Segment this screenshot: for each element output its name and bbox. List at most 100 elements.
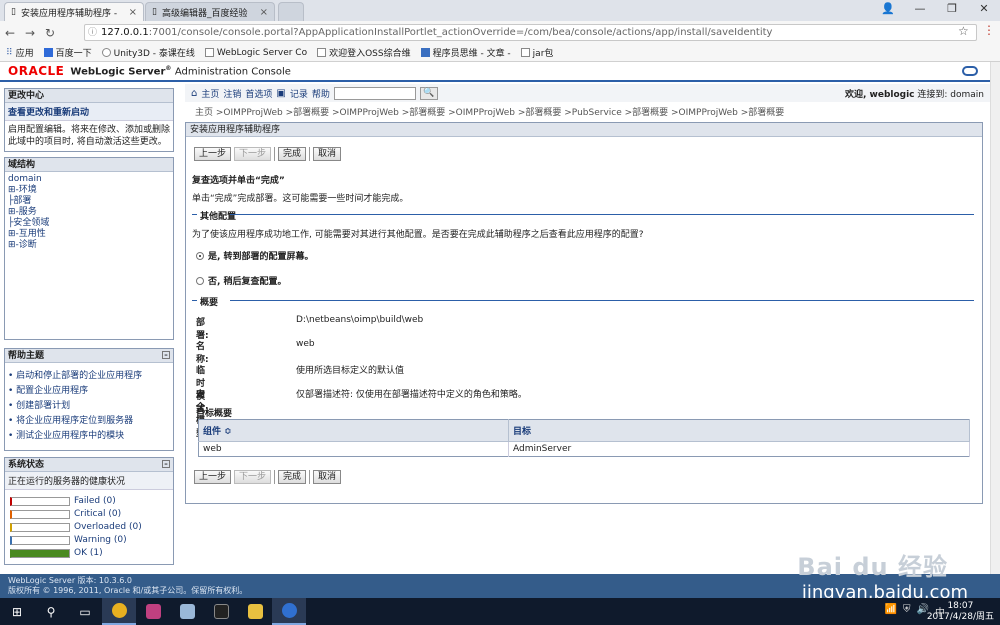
radio-yes[interactable]	[196, 251, 204, 260]
review-text: 单击“完成”完成部署。这可能需要一些时间才能完成。	[192, 194, 409, 204]
status-label[interactable]: OK (1)	[74, 547, 103, 560]
bookmark-label: 程序员思维 - 文章 -	[432, 49, 511, 59]
cancel-button[interactable]: 取消	[313, 147, 342, 161]
bookmark-baidu[interactable]: 百度一下	[43, 46, 92, 59]
chrome-icon[interactable]	[102, 598, 136, 625]
tab-strip: ▯ 安装应用程序辅助程序 - × ▯ 高级编辑器_百度经验 × 👤 — ❐ ✕	[0, 0, 1000, 21]
logout-icon[interactable]	[962, 66, 978, 76]
restore-icon[interactable]: ❐	[936, 0, 968, 21]
tree-item-diagnostics[interactable]: ⊞-诊断	[8, 240, 170, 251]
bookmark-unity[interactable]: Unity3D - 泰课在线	[101, 46, 195, 59]
option-yes[interactable]: 是, 转到部署的配置屏幕。	[196, 249, 314, 262]
search-icon[interactable]: 🔍	[419, 86, 438, 100]
clock[interactable]: 18:07 2017/4/28/周五	[927, 601, 994, 623]
tree-item-services[interactable]: ⊞-服务	[8, 207, 170, 218]
app-icon[interactable]	[136, 598, 170, 625]
help-link[interactable]: 配置企业应用程序	[5, 384, 173, 399]
search-icon[interactable]: ⚲	[34, 598, 68, 625]
product-name: WebLogic Server® Administration Console	[70, 64, 291, 78]
help-link[interactable]: 创建部署计划	[5, 399, 173, 414]
logout-link[interactable]: 注销	[223, 87, 241, 100]
radio-no[interactable]	[196, 276, 204, 285]
status-label[interactable]: Overloaded (0)	[74, 521, 142, 534]
bookmark-coder[interactable]: 程序员思维 - 文章 -	[420, 46, 511, 59]
divider	[274, 147, 276, 161]
help-link[interactable]: 启动和停止部署的企业应用程序	[5, 369, 173, 384]
sort-icon[interactable]: ≎	[224, 427, 232, 437]
bookmark-star-icon[interactable]: ☆	[958, 24, 969, 38]
record-icon[interactable]: ▣	[276, 88, 285, 99]
url-field[interactable]: ⓘ 127.0.0.1:7001/console/console.portal?…	[84, 24, 977, 41]
change-center-title: 更改中心	[5, 89, 173, 103]
back-button[interactable]: 上一步	[194, 470, 232, 484]
status-label[interactable]: Failed (0)	[74, 495, 116, 508]
help-link[interactable]: 测试企业应用程序中的模块	[5, 429, 173, 444]
search-input[interactable]	[333, 86, 416, 100]
tree-item-interoperability[interactable]: ⊞-互用性	[8, 229, 170, 240]
shield-icon[interactable]: ⛨	[903, 604, 911, 619]
back-button[interactable]: 上一步	[194, 147, 232, 161]
next-button[interactable]: 下一步	[234, 147, 272, 161]
terminal-icon[interactable]	[204, 598, 238, 625]
windows-start-icon[interactable]: ⊞	[0, 598, 34, 625]
next-button[interactable]: 下一步	[234, 470, 272, 484]
system-status-subtitle: 正在运行的服务器的健康状况	[5, 472, 173, 490]
oracle-logo: ORACLE	[8, 64, 65, 78]
bookmark-apps[interactable]: ⠿ 应用	[6, 46, 34, 60]
preferences-link[interactable]: 首选项	[245, 87, 272, 100]
status-rows: Failed (0) Critical (0) Overloaded (0) W…	[5, 490, 173, 560]
bookmark-label: 欢迎登入OSS综合维	[329, 49, 411, 59]
bookmark-weblogic[interactable]: WebLogic Server Co	[204, 48, 307, 58]
help-link[interactable]: 将企业应用程序定位到服务器	[5, 414, 173, 429]
reload-icon[interactable]: ↻	[40, 26, 60, 40]
tab-title: 安装应用程序辅助程序 -	[20, 8, 118, 19]
tree-item-security-realms[interactable]: ├安全领域	[8, 218, 170, 229]
view-changes-link[interactable]: 查看更改和重新启动	[5, 103, 173, 121]
minimize-panel-icon[interactable]: –	[162, 460, 170, 468]
forward-icon[interactable]: →	[20, 26, 40, 40]
status-label[interactable]: Critical (0)	[74, 508, 121, 521]
menu-icon[interactable]: ⋮	[983, 23, 995, 37]
close-window-icon[interactable]: ✕	[968, 0, 1000, 21]
app-icon[interactable]	[170, 598, 204, 625]
tab-install-assistant[interactable]: ▯ 安装应用程序辅助程序 - ×	[4, 2, 144, 21]
network-icon[interactable]: 📶	[885, 604, 897, 619]
product-title: WebLogic Server	[70, 66, 166, 78]
target-summary-label: 目标概要	[196, 409, 233, 419]
cancel-button[interactable]: 取消	[313, 470, 342, 484]
status-label[interactable]: Warning (0)	[74, 534, 127, 547]
tree-item-domain[interactable]: domain	[8, 174, 170, 185]
bookmark-jar[interactable]: jar包	[520, 46, 553, 59]
finish-button[interactable]: 完成	[278, 147, 307, 161]
task-view-icon[interactable]: ▭	[68, 598, 102, 625]
new-tab-button[interactable]	[278, 2, 304, 21]
home-icon[interactable]: ⌂	[191, 88, 197, 99]
back-icon[interactable]: ←	[0, 26, 20, 40]
home-link[interactable]: 主页	[201, 87, 219, 100]
minimize-panel-icon[interactable]: –	[162, 351, 170, 359]
option-no[interactable]: 否, 稍后复查配置。	[196, 274, 287, 287]
record-link[interactable]: 记录	[290, 87, 308, 100]
close-icon[interactable]: ×	[260, 7, 268, 18]
file-explorer-icon[interactable]	[238, 598, 272, 625]
minimize-icon[interactable]: —	[904, 0, 936, 21]
page-scrollbar[interactable]	[990, 62, 1000, 574]
bookmark-label: 百度一下	[55, 49, 92, 59]
status-bar	[10, 536, 70, 545]
column-header[interactable]: 组件 ≎	[198, 419, 509, 442]
app-icon[interactable]	[272, 598, 306, 625]
close-icon[interactable]: ×	[129, 7, 137, 18]
tab-advanced-editor[interactable]: ▯ 高级编辑器_百度经验 ×	[145, 2, 275, 21]
user-icon[interactable]: 👤	[872, 0, 904, 21]
table-cell: AdminServer	[508, 441, 970, 457]
help-link[interactable]: 帮助	[312, 87, 330, 100]
info-icon[interactable]: ⓘ	[88, 26, 97, 40]
tree-item-environment[interactable]: ⊞-环境	[8, 185, 170, 196]
bookmark-oss[interactable]: 欢迎登入OSS综合维	[317, 46, 411, 59]
tree-item-deployments[interactable]: ├部署	[8, 196, 170, 207]
divider	[192, 214, 197, 215]
status-row: OK (1)	[5, 547, 173, 560]
finish-button[interactable]: 完成	[278, 470, 307, 484]
window-controls: 👤 — ❐ ✕	[872, 0, 1000, 21]
breadcrumb[interactable]: 主页 >OIMPProjWeb >部署概要 >OIMPProjWeb >部署概要…	[195, 105, 985, 118]
